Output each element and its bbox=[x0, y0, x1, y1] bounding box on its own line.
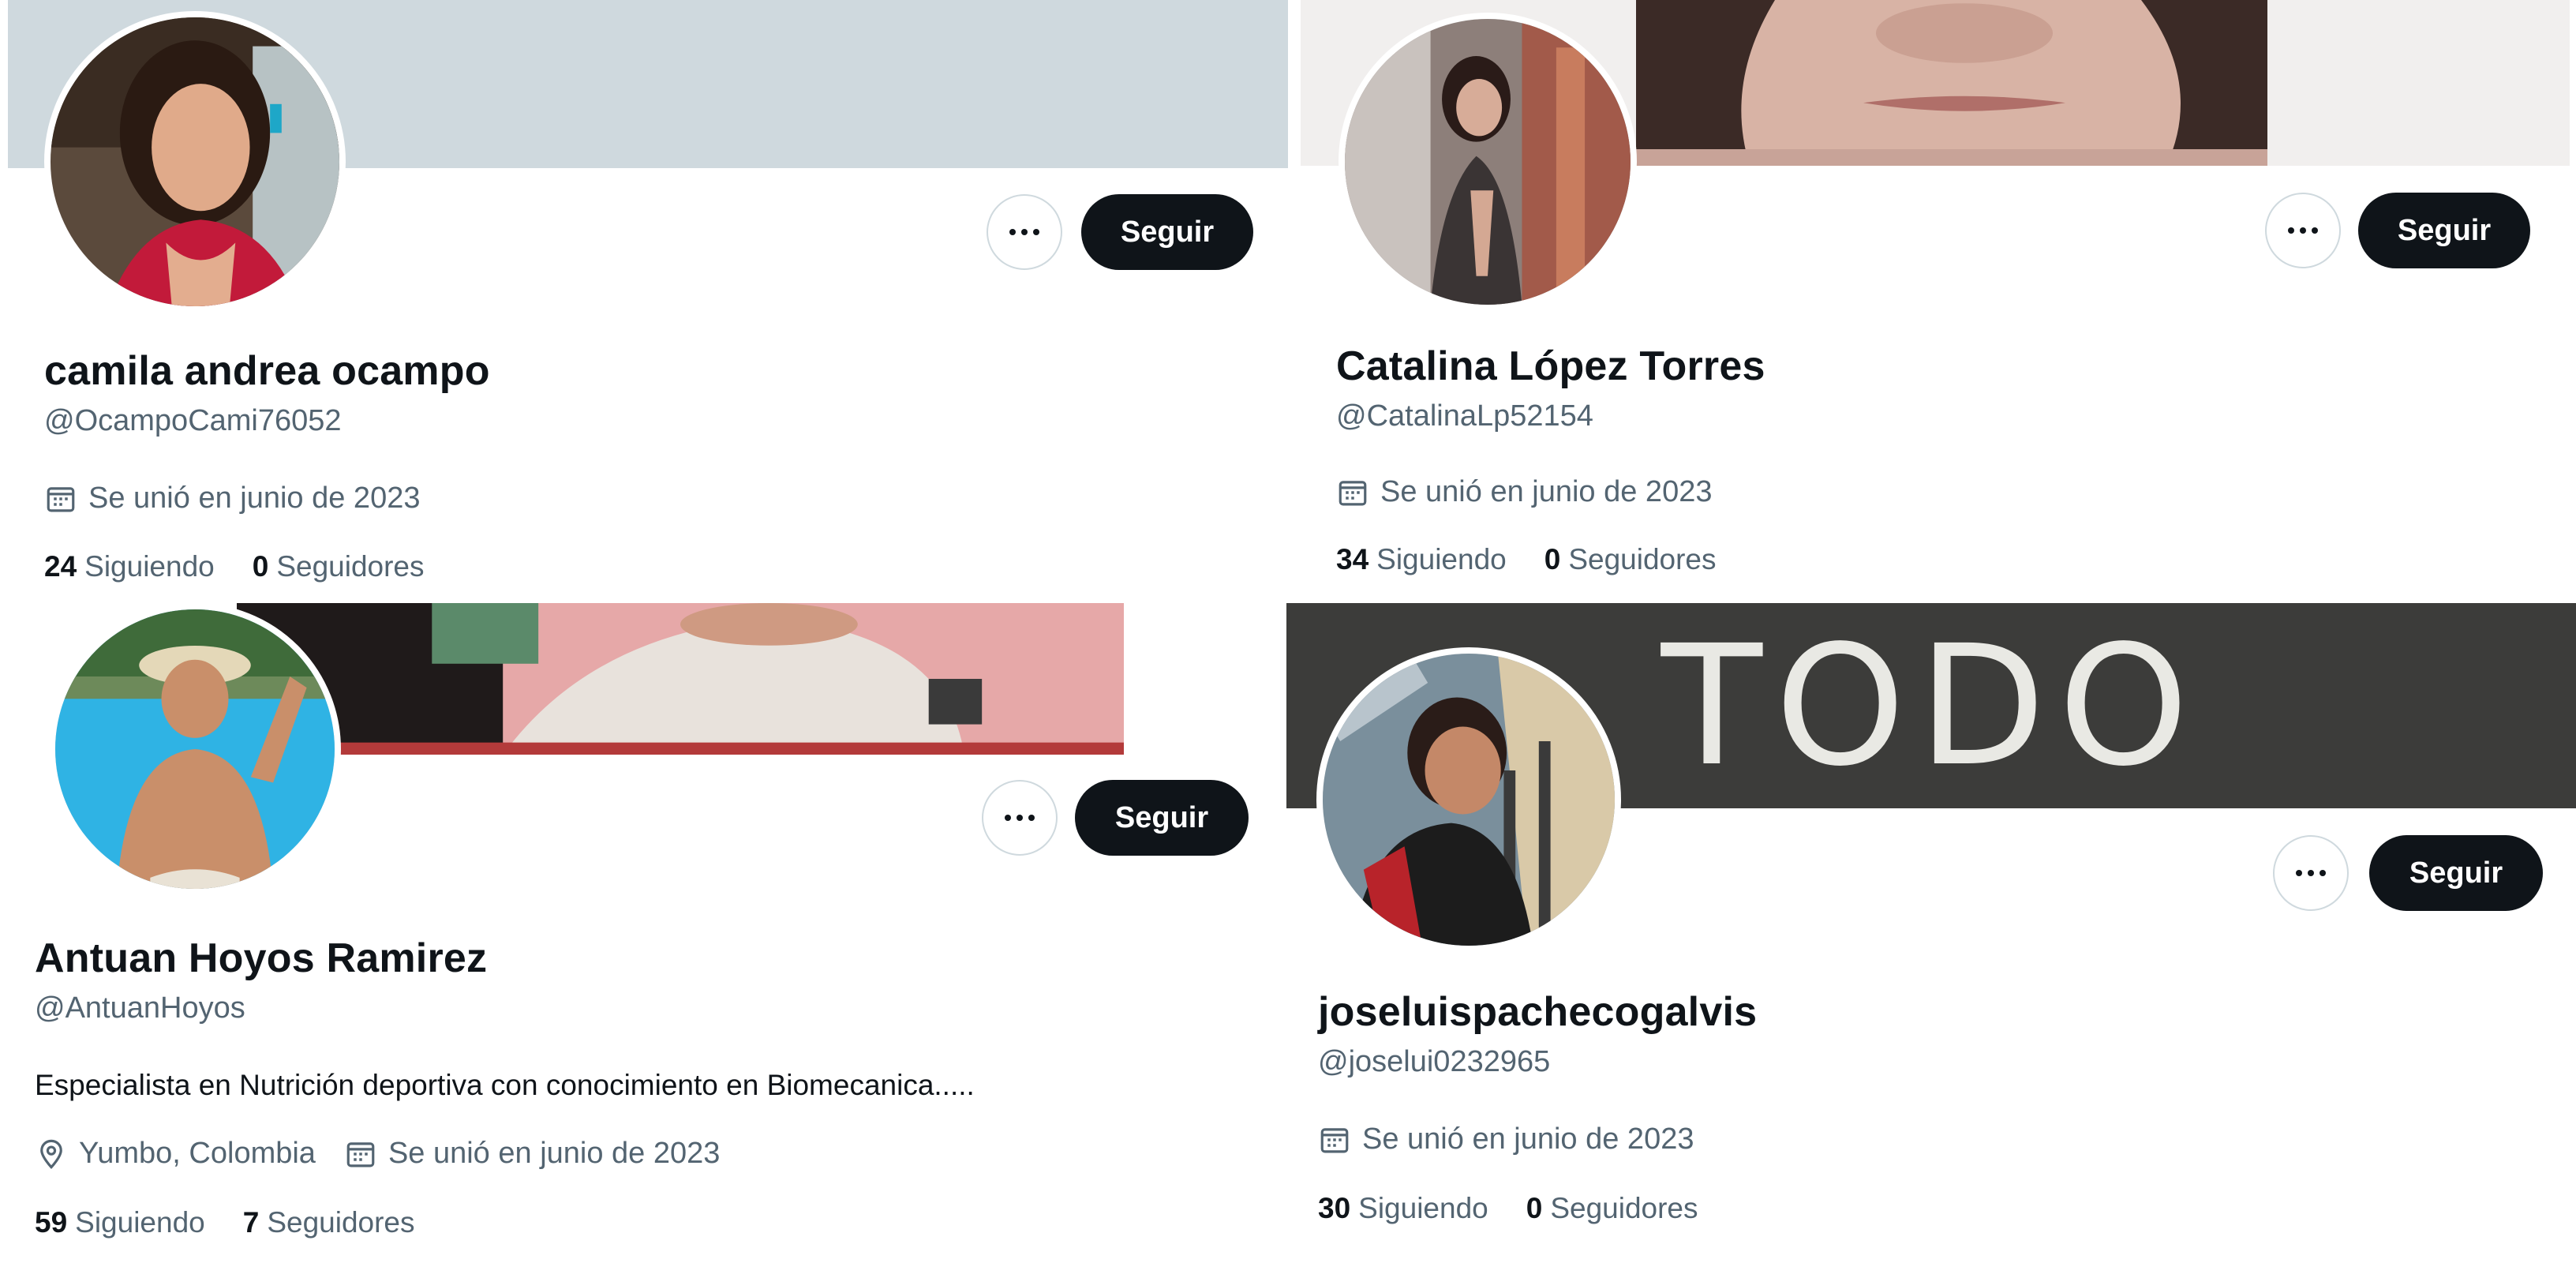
profile-display-name: Antuan Hoyos Ramirez bbox=[35, 935, 488, 981]
following-label: Siguiendo bbox=[84, 550, 215, 583]
profile-stats: 59 Siguiendo 7 Seguidores bbox=[35, 1206, 453, 1239]
followers-count: 7 bbox=[242, 1206, 260, 1239]
more-horizontal-icon bbox=[1009, 229, 1039, 235]
joined-date: Se unió en junio de 2023 bbox=[344, 1137, 720, 1171]
location-pin-icon bbox=[40, 1139, 62, 1169]
profile-avatar[interactable] bbox=[1339, 13, 1637, 311]
profile-bio: Especialista en Nutrición deportiva con … bbox=[35, 1069, 975, 1101]
following-count: 59 bbox=[35, 1206, 68, 1239]
more-options-button[interactable] bbox=[2273, 835, 2349, 911]
more-horizontal-icon bbox=[2288, 227, 2318, 234]
followers-label: Seguidores bbox=[267, 1206, 415, 1239]
profile-handle: @OcampoCami76052 bbox=[44, 404, 342, 437]
following-label: Siguiendo bbox=[1376, 543, 1507, 575]
profile-stats: 30 Siguiendo 0 Seguidores bbox=[1318, 1192, 1736, 1225]
profile-card-catalina: Seguir Catalina López Torres @CatalinaLp… bbox=[1291, 0, 2576, 598]
location-text: Yumbo, Colombia bbox=[79, 1137, 316, 1170]
joined-date-text: Se unió en junio de 2023 bbox=[88, 482, 421, 515]
profile-meta: Se unió en junio de 2023 bbox=[1318, 1122, 1722, 1156]
joined-date-text: Se unió en junio de 2023 bbox=[1362, 1122, 1694, 1156]
profile-meta: Se unió en junio de 2023 bbox=[1336, 475, 1740, 509]
followers-link[interactable]: 0 Seguidores bbox=[253, 550, 425, 583]
profile-display-name: camila andrea ocampo bbox=[44, 348, 490, 394]
calendar-icon bbox=[346, 1141, 375, 1167]
following-label: Siguiendo bbox=[75, 1206, 205, 1239]
more-options-button[interactable] bbox=[2265, 193, 2341, 268]
profile-card-joseluis: TODO Seguir joseluispachecogalvis @josel… bbox=[1286, 603, 2576, 1263]
followers-label: Seguidores bbox=[1550, 1192, 1698, 1224]
followers-count: 0 bbox=[1544, 543, 1561, 575]
profile-handle: @CatalinaLp52154 bbox=[1336, 399, 1593, 433]
profile-card-antuan: Seguir Antuan Hoyos Ramirez @AntuanHoyos… bbox=[0, 603, 1285, 1263]
follow-button[interactable]: Seguir bbox=[2358, 193, 2530, 268]
following-link[interactable]: 34 Siguiendo bbox=[1336, 543, 1507, 576]
following-link[interactable]: 30 Siguiendo bbox=[1318, 1192, 1488, 1225]
joined-date: Se unió en junio de 2023 bbox=[1336, 475, 1712, 509]
profile-meta: Se unió en junio de 2023 bbox=[44, 482, 448, 515]
followers-link[interactable]: 0 Seguidores bbox=[1526, 1192, 1698, 1225]
profile-avatar[interactable] bbox=[49, 603, 341, 895]
followers-count: 0 bbox=[1526, 1192, 1543, 1224]
following-count: 24 bbox=[44, 550, 77, 583]
follow-button[interactable]: Seguir bbox=[1075, 780, 1249, 856]
joined-date: Se unió en junio de 2023 bbox=[44, 482, 420, 515]
following-link[interactable]: 59 Siguiendo bbox=[35, 1206, 205, 1239]
calendar-icon bbox=[1339, 480, 1367, 505]
followers-count: 0 bbox=[252, 550, 269, 583]
joined-date-text: Se unió en junio de 2023 bbox=[1380, 475, 1713, 508]
follow-button[interactable]: Seguir bbox=[2369, 835, 2543, 911]
followers-label: Seguidores bbox=[276, 550, 425, 583]
followers-link[interactable]: 7 Seguidores bbox=[243, 1206, 415, 1239]
profile-handle: @joselui0232965 bbox=[1318, 1045, 1551, 1078]
location: Yumbo, Colombia bbox=[35, 1137, 316, 1171]
profile-handle: @AntuanHoyos bbox=[35, 991, 245, 1025]
following-count: 30 bbox=[1318, 1192, 1351, 1224]
calendar-icon bbox=[1320, 1127, 1349, 1152]
profile-display-name: Catalina López Torres bbox=[1336, 343, 1765, 389]
calendar-icon bbox=[47, 486, 75, 512]
joined-date-text: Se unió en junio de 2023 bbox=[388, 1137, 721, 1170]
follow-button[interactable]: Seguir bbox=[1081, 194, 1253, 270]
profile-stats: 34 Siguiendo 0 Seguidores bbox=[1336, 543, 1754, 576]
following-label: Siguiendo bbox=[1358, 1192, 1488, 1224]
profile-stats: 24 Siguiendo 0 Seguidores bbox=[44, 550, 462, 583]
following-count: 34 bbox=[1336, 543, 1369, 575]
profile-card-camila: Seguir camila andrea ocampo @OcampoCami7… bbox=[0, 0, 1291, 598]
following-link[interactable]: 24 Siguiendo bbox=[44, 550, 215, 583]
profile-banner[interactable] bbox=[237, 603, 1124, 755]
followers-link[interactable]: 0 Seguidores bbox=[1544, 543, 1717, 576]
profile-avatar[interactable] bbox=[44, 11, 346, 313]
more-horizontal-icon bbox=[1005, 815, 1035, 821]
profile-display-name: joseluispachecogalvis bbox=[1318, 989, 1758, 1035]
more-horizontal-icon bbox=[2296, 870, 2326, 876]
joined-date: Se unió en junio de 2023 bbox=[1318, 1122, 1694, 1156]
more-options-button[interactable] bbox=[987, 194, 1062, 270]
more-options-button[interactable] bbox=[982, 780, 1058, 856]
profile-avatar[interactable] bbox=[1316, 647, 1621, 952]
followers-label: Seguidores bbox=[1568, 543, 1717, 575]
profile-meta: Yumbo, Colombia Se unió en junio de 2023 bbox=[35, 1137, 748, 1171]
